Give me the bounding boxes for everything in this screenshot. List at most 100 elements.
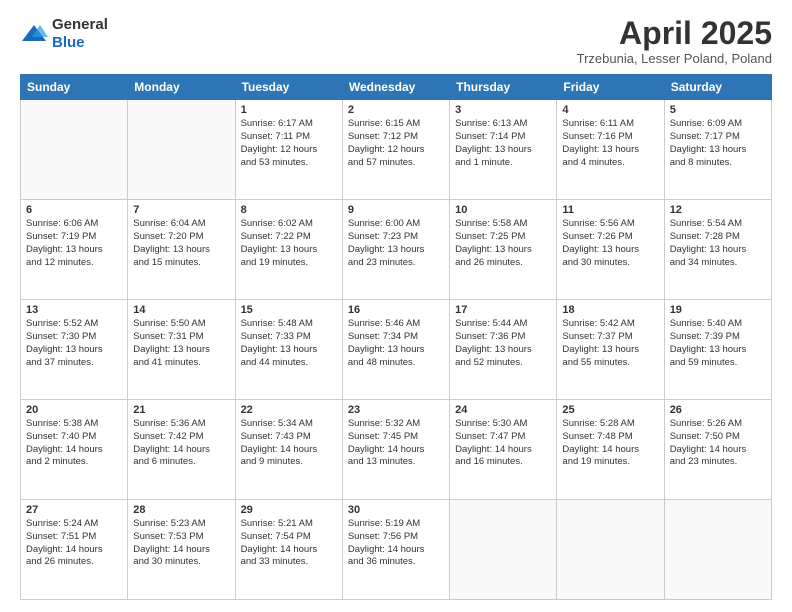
day-info: Sunset: 7:47 PM	[455, 431, 551, 444]
calendar-header-row: SundayMondayTuesdayWednesdayThursdayFrid…	[21, 75, 772, 100]
logo-icon	[20, 23, 48, 45]
day-info: and 34 minutes.	[670, 257, 766, 270]
logo-general: General	[52, 16, 108, 33]
day-info: and 57 minutes.	[348, 157, 444, 170]
day-info: and 59 minutes.	[670, 357, 766, 370]
calendar-week-row: 1 Sunrise: 6:17 AMSunset: 7:11 PM Daylight…	[21, 100, 772, 200]
day-info: Daylight: 13 hours	[562, 144, 658, 157]
day-info: Daylight: 13 hours	[670, 144, 766, 157]
col-header-monday: Monday	[128, 75, 235, 100]
calendar-cell: 30Sunrise: 5:19 AMSunset: 7:56 PMDayligh…	[342, 500, 449, 600]
day-info: Sunset: 7:56 PM	[348, 531, 444, 544]
day-info: and 30 minutes.	[562, 257, 658, 270]
calendar-week-row: 20Sunrise: 5:38 AMSunset: 7:40 PMDayligh…	[21, 400, 772, 500]
calendar-cell: 26Sunrise: 5:26 AMSunset: 7:50 PMDayligh…	[664, 400, 771, 500]
day-info: Sunrise: 6:17 AM	[241, 118, 337, 131]
day-number: 21	[133, 404, 229, 416]
day-info: Daylight: 14 hours	[241, 544, 337, 557]
day-number: 1	[241, 104, 337, 116]
day-info: Daylight: 12 hours	[348, 144, 444, 157]
day-info: Sunset: 7:25 PM	[455, 231, 551, 244]
calendar-week-row: 6Sunrise: 6:06 AMSunset: 7:19 PMDaylight…	[21, 200, 772, 300]
title-section: April 2025 Trzebunia, Lesser Poland, Pol…	[577, 16, 772, 66]
location: Trzebunia, Lesser Poland, Poland	[577, 51, 772, 66]
day-info: Sunrise: 5:30 AM	[455, 418, 551, 431]
page: General Blue April 2025 Trzebunia, Lesse…	[0, 0, 792, 612]
day-info: and 26 minutes.	[26, 556, 122, 569]
day-info: Sunset: 7:34 PM	[348, 331, 444, 344]
day-info: and 52 minutes.	[455, 357, 551, 370]
day-number: 19	[670, 304, 766, 316]
day-info: Sunset: 7:53 PM	[133, 531, 229, 544]
day-info: and 23 minutes.	[670, 456, 766, 469]
day-number: 5	[670, 104, 766, 116]
calendar-cell: 24Sunrise: 5:30 AMSunset: 7:47 PMDayligh…	[450, 400, 557, 500]
day-info: Daylight: 13 hours	[670, 344, 766, 357]
col-header-friday: Friday	[557, 75, 664, 100]
col-header-wednesday: Wednesday	[342, 75, 449, 100]
day-info: and 23 minutes.	[348, 257, 444, 270]
day-info: Daylight: 13 hours	[133, 344, 229, 357]
day-info: Sunrise: 6:02 AM	[241, 218, 337, 231]
day-info: Sunset: 7:48 PM	[562, 431, 658, 444]
day-info: and 2 minutes.	[26, 456, 122, 469]
day-number: 24	[455, 404, 551, 416]
calendar-cell: 5Sunrise: 6:09 AMSunset: 7:17 PMDaylight…	[664, 100, 771, 200]
day-info: Sunrise: 5:24 AM	[26, 518, 122, 531]
day-info: and 9 minutes.	[241, 456, 337, 469]
day-info: Daylight: 14 hours	[133, 544, 229, 557]
calendar-cell: 14Sunrise: 5:50 AMSunset: 7:31 PMDayligh…	[128, 300, 235, 400]
day-info: Sunrise: 5:21 AM	[241, 518, 337, 531]
day-info: Sunset: 7:11 PM	[241, 131, 337, 144]
day-number: 11	[562, 204, 658, 216]
day-info: Daylight: 14 hours	[348, 444, 444, 457]
day-info: Sunset: 7:23 PM	[348, 231, 444, 244]
day-number: 9	[348, 204, 444, 216]
day-number: 7	[133, 204, 229, 216]
day-number: 22	[241, 404, 337, 416]
day-number: 13	[26, 304, 122, 316]
day-number: 12	[670, 204, 766, 216]
calendar-cell: 7Sunrise: 6:04 AMSunset: 7:20 PMDaylight…	[128, 200, 235, 300]
day-number: 20	[26, 404, 122, 416]
day-number: 18	[562, 304, 658, 316]
day-number: 2	[348, 104, 444, 116]
day-info: Sunrise: 6:15 AM	[348, 118, 444, 131]
calendar-cell: 2Sunrise: 6:15 AMSunset: 7:12 PMDaylight…	[342, 100, 449, 200]
day-info: Daylight: 13 hours	[241, 244, 337, 257]
day-info: and 1 minute.	[455, 157, 551, 170]
day-info: and 53 minutes.	[241, 157, 337, 170]
day-info: and 36 minutes.	[348, 556, 444, 569]
day-info: Sunrise: 5:23 AM	[133, 518, 229, 531]
calendar-cell: 13Sunrise: 5:52 AMSunset: 7:30 PMDayligh…	[21, 300, 128, 400]
calendar-cell: 8Sunrise: 6:02 AMSunset: 7:22 PMDaylight…	[235, 200, 342, 300]
day-info: Sunrise: 5:58 AM	[455, 218, 551, 231]
calendar-cell	[664, 500, 771, 600]
day-info: Daylight: 13 hours	[455, 344, 551, 357]
day-info: Daylight: 13 hours	[133, 244, 229, 257]
day-info: Daylight: 13 hours	[562, 244, 658, 257]
calendar-cell: 22Sunrise: 5:34 AMSunset: 7:43 PMDayligh…	[235, 400, 342, 500]
day-info: Sunrise: 5:36 AM	[133, 418, 229, 431]
calendar-cell: 23Sunrise: 5:32 AMSunset: 7:45 PMDayligh…	[342, 400, 449, 500]
calendar-cell	[128, 100, 235, 200]
day-info: Sunset: 7:31 PM	[133, 331, 229, 344]
calendar-cell: 21Sunrise: 5:36 AMSunset: 7:42 PMDayligh…	[128, 400, 235, 500]
day-info: and 12 minutes.	[26, 257, 122, 270]
day-number: 4	[562, 104, 658, 116]
day-info: Sunrise: 5:42 AM	[562, 318, 658, 331]
day-info: Daylight: 14 hours	[133, 444, 229, 457]
day-number: 26	[670, 404, 766, 416]
day-info: Daylight: 14 hours	[562, 444, 658, 457]
day-number: 8	[241, 204, 337, 216]
day-number: 3	[455, 104, 551, 116]
day-info: Sunset: 7:28 PM	[670, 231, 766, 244]
day-info: Daylight: 14 hours	[670, 444, 766, 457]
day-info: and 4 minutes.	[562, 157, 658, 170]
day-info: and 15 minutes.	[133, 257, 229, 270]
day-info: Daylight: 13 hours	[26, 344, 122, 357]
calendar-cell	[21, 100, 128, 200]
day-info: Sunrise: 6:06 AM	[26, 218, 122, 231]
logo-text: General Blue	[52, 16, 108, 52]
day-info: Sunset: 7:45 PM	[348, 431, 444, 444]
